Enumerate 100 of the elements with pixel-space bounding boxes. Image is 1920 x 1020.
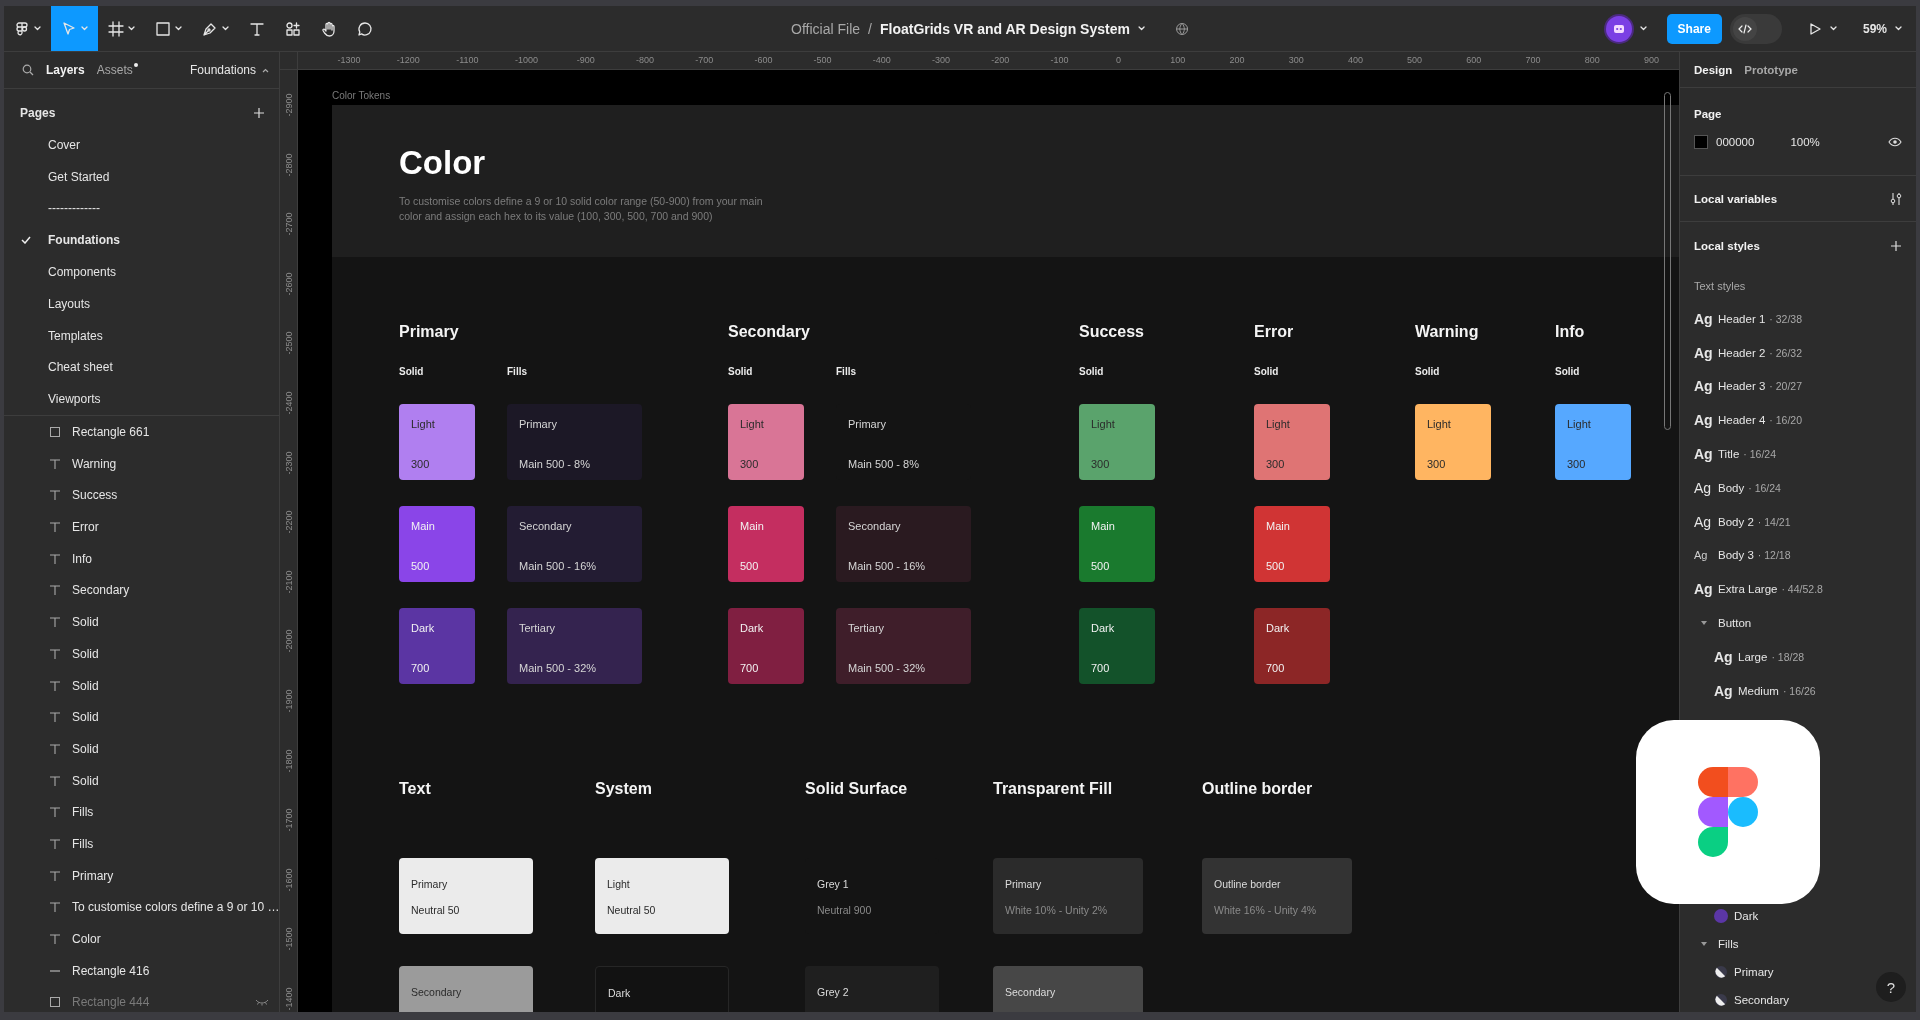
page-item[interactable]: Templates <box>4 319 279 352</box>
page-item[interactable]: Get Started <box>4 160 279 193</box>
zoom-level[interactable]: 59% <box>1862 21 1887 36</box>
help-button[interactable]: ? <box>1876 972 1906 1002</box>
type-sample: Ag <box>1694 344 1712 361</box>
layer-item[interactable]: Color <box>4 923 279 955</box>
section-title: Local styles <box>1694 240 1760 252</box>
layer-item[interactable]: Fills <box>4 828 279 860</box>
layer-item[interactable]: Solid <box>4 733 279 765</box>
hex-value[interactable]: 000000 <box>1716 136 1755 148</box>
ruler-label: -1600 <box>284 868 294 892</box>
fill-style-item[interactable]: Primary <box>1680 960 1774 983</box>
text-style-item[interactable]: Ag Body · 16/24 <box>1680 471 1916 505</box>
sliders-icon[interactable] <box>1890 191 1902 206</box>
plus-icon[interactable] <box>1890 240 1902 252</box>
text-style-item[interactable]: Ag Header 4 · 16/20 <box>1680 403 1916 438</box>
caret-icon <box>1895 26 1902 31</box>
style-spec: · 12/18 <box>1757 549 1791 562</box>
swatch-value: 300 <box>1567 458 1587 470</box>
ruler-label: -2800 <box>284 153 294 177</box>
team-name[interactable]: Official File <box>791 20 861 37</box>
file-name[interactable]: FloatGrids VR and AR Design System <box>879 20 1130 37</box>
style-spec: · 16/26 <box>1782 684 1816 697</box>
swatch-value: 700 <box>740 662 760 674</box>
page-item[interactable]: Viewports <box>4 383 279 416</box>
layer-item[interactable]: Primary <box>4 859 279 892</box>
panel-tab[interactable]: Assets <box>96 63 133 77</box>
page-item[interactable]: Foundations <box>4 224 279 257</box>
ruler-label: -2900 <box>284 93 294 117</box>
text-layer-icon <box>49 616 61 629</box>
layer-item[interactable]: Success <box>4 479 279 512</box>
dev-mode-toggle[interactable] <box>1729 13 1782 44</box>
section-title: Local variables <box>1694 192 1778 205</box>
panel-tab[interactable]: Layers <box>46 63 85 77</box>
page-heading: Color <box>399 144 487 182</box>
hidden-eye-icon[interactable] <box>255 998 269 1007</box>
fill-value: Main 500 - 16% <box>848 560 927 572</box>
globe-icon[interactable] <box>1174 21 1189 36</box>
page-item[interactable]: Cover <box>4 129 279 161</box>
layer-item[interactable]: Secondary <box>4 574 279 607</box>
rectangle-layer-icon <box>49 996 61 1009</box>
text-style-item[interactable]: Ag Title · 16/24 <box>1680 437 1916 471</box>
text-layer-icon <box>49 711 61 724</box>
actions-icon <box>285 20 301 37</box>
swatch-name: Dark <box>1266 622 1291 634</box>
layer-item[interactable]: Warning <box>4 447 279 480</box>
avatar[interactable] <box>1605 15 1632 42</box>
play-icon[interactable] <box>1807 21 1822 36</box>
layer-item[interactable]: Error <box>4 511 279 543</box>
column-label: Solid <box>399 366 425 378</box>
layer-item[interactable]: Solid <box>4 606 279 638</box>
layer-item[interactable]: Info <box>4 542 279 575</box>
swatch-name: Light <box>1091 418 1116 430</box>
ruler-label: -1000 <box>515 55 539 65</box>
layer-item[interactable]: Solid <box>4 764 279 797</box>
swatch-value: 500 <box>411 560 431 572</box>
ruler-label: -1900 <box>284 689 294 713</box>
frame-label[interactable]: Color Tokens <box>332 90 391 101</box>
panel-tab[interactable]: Design <box>1694 63 1733 76</box>
text-style-item[interactable]: Ag Header 2 · 26/32 <box>1680 335 1916 370</box>
layer-item[interactable]: Rectangle 661 <box>4 416 279 448</box>
eye-icon[interactable] <box>1888 137 1902 147</box>
plus-icon[interactable] <box>253 107 265 119</box>
text-style-item[interactable]: Ag Medium · 16/26 <box>1680 673 1916 708</box>
chevron-up-icon[interactable] <box>262 67 269 73</box>
text-style-item[interactable]: Ag Extra Large · 44/52.8 <box>1680 572 1916 607</box>
page-item[interactable]: ------------- <box>4 192 279 225</box>
style-group[interactable]: Fills <box>1680 932 1739 955</box>
text-style-item[interactable]: Ag Body 2 · 14/21 <box>1680 504 1916 539</box>
ruler-label: -1700 <box>284 808 294 832</box>
layer-item[interactable]: Fills <box>4 796 279 829</box>
opacity-value[interactable]: 100% <box>1790 136 1820 148</box>
color-swatch[interactable] <box>1694 135 1708 149</box>
subsection-title: Text styles <box>1693 279 1747 294</box>
text-style-item[interactable]: Ag Header 3 · 20/27 <box>1680 369 1916 404</box>
style-name: Title <box>1718 448 1740 461</box>
layer-item[interactable]: Solid <box>4 669 279 702</box>
ruler-label: -2000 <box>284 629 294 653</box>
page-item[interactable]: Components <box>4 256 279 288</box>
search-icon[interactable] <box>22 64 34 76</box>
layer-item[interactable]: Rectangle 416 <box>4 954 279 987</box>
page-item[interactable]: Cheat sheet <box>4 351 279 384</box>
ruler-label: -800 <box>636 55 654 65</box>
text-style-item[interactable]: Ag Large · 18/28 <box>1680 639 1916 674</box>
layer-item[interactable]: Solid <box>4 701 279 734</box>
style-spec: · 16/24 <box>1743 448 1776 461</box>
fill-style-item[interactable]: Secondary <box>1680 988 1789 1011</box>
color-style-item[interactable]: Dark <box>1680 904 1759 927</box>
page-menu[interactable]: Foundations <box>189 63 256 77</box>
panel-tab[interactable]: Prototype <box>1744 63 1798 76</box>
text-style-item[interactable]: Ag Header 1 · 32/38 <box>1680 302 1916 336</box>
swatch-value: 300 <box>411 458 431 470</box>
style-group[interactable]: Button <box>1680 606 1916 640</box>
text-style-item[interactable]: Ag Body 3 · 12/18 <box>1680 538 1916 573</box>
ruler-label: 500 <box>1407 55 1423 65</box>
page-item[interactable]: Layouts <box>4 288 279 320</box>
layer-item[interactable]: Solid <box>4 638 279 670</box>
swatch-name: Dark <box>740 622 765 634</box>
layer-item[interactable]: To customise colors define a 9 or 10 … <box>4 891 279 924</box>
swatch-value: 700 <box>1091 662 1111 674</box>
